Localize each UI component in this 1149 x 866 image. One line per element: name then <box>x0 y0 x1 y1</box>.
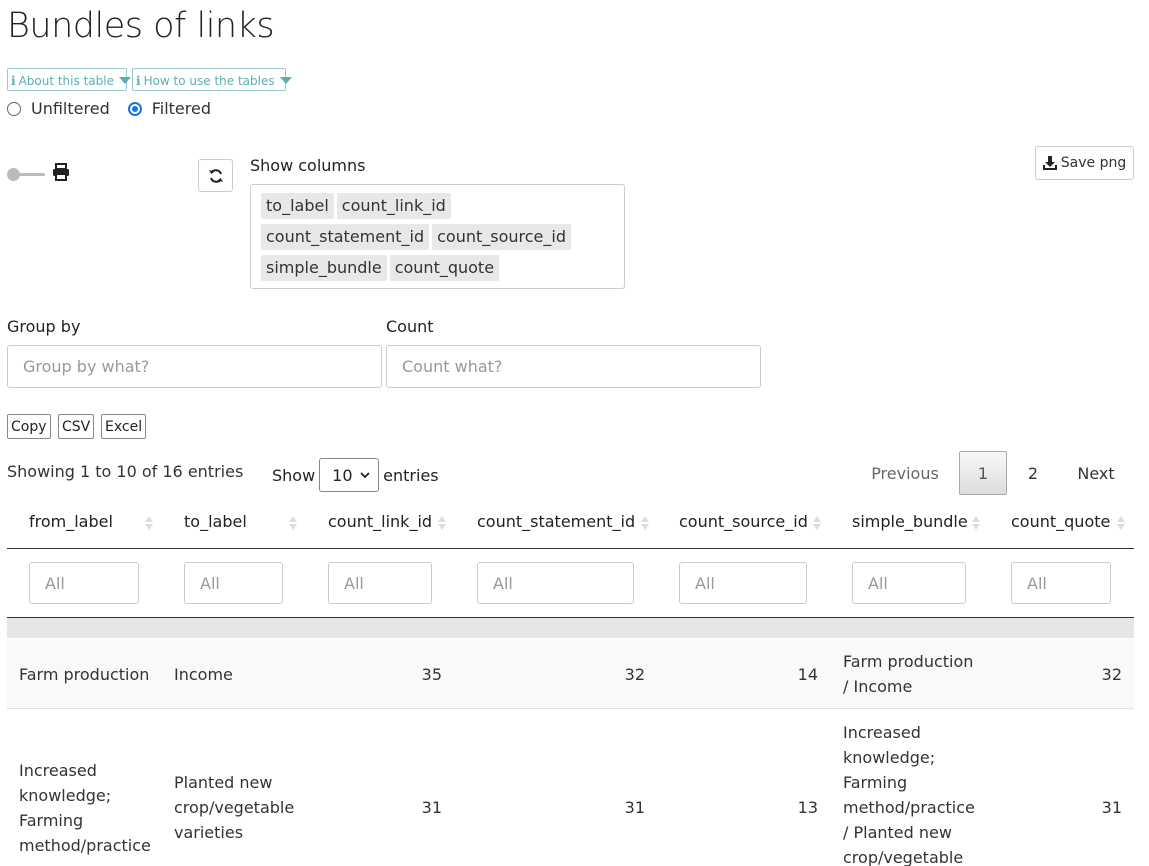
download-icon <box>1042 156 1057 170</box>
chip-row: to_label count_link_id <box>261 193 614 224</box>
column-chip[interactable]: count_statement_id <box>261 224 430 250</box>
cell-count-statement-id: 31 <box>624 798 645 817</box>
toggle-switch[interactable] <box>7 168 45 181</box>
sort-icon[interactable] <box>145 514 153 532</box>
cell-to-label: Income <box>174 665 233 684</box>
filter-count-source-id[interactable]: All <box>679 562 807 604</box>
column-chip[interactable]: simple_bundle <box>261 255 387 281</box>
chip-row: simple_bundle count_quote <box>261 255 614 286</box>
filter-count-statement-id[interactable]: All <box>477 562 634 604</box>
previous-page-button[interactable]: Previous <box>863 451 947 495</box>
filter-count-quote[interactable]: All <box>1011 562 1111 604</box>
cell-count-source-id: 14 <box>797 665 818 684</box>
page-length-value: 10 <box>332 465 353 485</box>
how-to-use-dropdown[interactable]: i How to use the tables <box>132 68 292 91</box>
sort-icon[interactable] <box>813 514 821 532</box>
header-count-link-id[interactable]: count_link_id <box>328 512 432 531</box>
column-chip[interactable]: count_source_id <box>432 224 571 250</box>
sort-icon[interactable] <box>972 514 980 532</box>
radio-unfiltered[interactable] <box>7 101 21 116</box>
sort-icon[interactable] <box>641 514 649 532</box>
filter-count-link-id[interactable]: All <box>328 562 432 604</box>
radio-filtered-label[interactable]: Filtered <box>152 99 211 118</box>
cell-count-source-id: 13 <box>797 798 818 817</box>
filter-to-label[interactable]: All <box>184 562 283 604</box>
cell-count-quote: 32 <box>1101 665 1122 684</box>
header-count-source-id[interactable]: count_source_id <box>679 512 808 531</box>
show-label: Show <box>272 465 316 485</box>
csv-button[interactable]: CSV <box>58 414 95 439</box>
table-gap-band <box>7 618 1134 638</box>
filter-radio-group: Unfiltered Filtered <box>7 99 211 118</box>
page: Bundles of links i About this table i Ho… <box>0 0 1149 866</box>
refresh-icon <box>208 168 223 183</box>
column-chip[interactable]: count_link_id <box>336 193 451 219</box>
toggle-knob <box>7 168 20 181</box>
sort-icon[interactable] <box>1117 514 1125 532</box>
excel-button[interactable]: Excel <box>101 414 147 439</box>
show-columns-select[interactable]: to_label count_link_id count_statement_i… <box>250 184 625 289</box>
filter-from-label[interactable]: All <box>29 562 139 604</box>
header-simple-bundle[interactable]: simple_bundle <box>852 512 968 531</box>
header-count-statement-id[interactable]: count_statement_id <box>477 512 635 531</box>
how-to-use-label: How to use the tables <box>143 73 275 88</box>
copy-button[interactable]: Copy <box>7 414 51 439</box>
cell-to-label: Planted new crop/vegetable varieties <box>174 773 295 842</box>
about-table-label: About this table <box>18 73 114 88</box>
cell-from-label: Increased knowledge; Farming method/prac… <box>19 761 151 855</box>
sort-icon[interactable] <box>438 514 446 532</box>
cell-simple-bundle: Farm production / Income <box>843 652 974 696</box>
refresh-button[interactable] <box>198 159 233 192</box>
page-1-button[interactable]: 1 <box>959 451 1007 495</box>
cell-count-statement-id: 32 <box>624 665 645 684</box>
group-by-label: Group by <box>7 317 81 336</box>
info-icon: i <box>11 73 16 88</box>
cell-from-label: Farm production <box>19 665 150 684</box>
next-page-button[interactable]: Next <box>1063 451 1129 495</box>
header-to-label[interactable]: to_label <box>184 512 247 531</box>
show-columns-label: Show columns <box>250 156 366 175</box>
info-icon: i <box>136 73 141 88</box>
header-count-quote[interactable]: count_quote <box>1011 512 1110 531</box>
cell-count-link-id: 31 <box>421 798 442 817</box>
caret-down-icon <box>118 77 131 84</box>
save-png-label: Save png <box>1060 155 1127 171</box>
page-2-button[interactable]: 2 <box>1011 451 1055 495</box>
save-png-button[interactable]: Save png <box>1035 146 1134 180</box>
entries-label: entries <box>383 465 439 485</box>
cell-count-link-id: 35 <box>421 665 442 684</box>
filter-simple-bundle[interactable]: All <box>852 562 966 604</box>
header-divider <box>7 548 1134 549</box>
radio-unfiltered-label[interactable]: Unfiltered <box>31 99 110 118</box>
sort-icon[interactable] <box>289 514 297 532</box>
column-chip[interactable]: count_quote <box>389 255 500 281</box>
radio-filtered[interactable] <box>127 101 142 116</box>
about-table-dropdown[interactable]: i About this table <box>7 68 131 91</box>
cell-count-quote: 31 <box>1101 798 1122 817</box>
cell-simple-bundle: Increased knowledge; Farming method/prac… <box>843 723 975 866</box>
column-chip[interactable]: to_label <box>261 193 334 219</box>
print-icon[interactable] <box>52 163 70 181</box>
chip-row: count_statement_id count_source_id <box>261 224 614 255</box>
count-label: Count <box>386 317 434 336</box>
caret-down-icon <box>279 77 292 84</box>
group-by-input[interactable]: Group by what? <box>7 345 382 388</box>
chevron-down-icon <box>360 471 370 478</box>
table-info: Showing 1 to 10 of 16 entries <box>7 462 244 481</box>
header-from-label[interactable]: from_label <box>29 512 113 531</box>
page-length-select[interactable]: 10 <box>319 458 380 492</box>
page-length-control: Show 10 entries <box>272 458 439 492</box>
count-input[interactable]: Count what? <box>386 345 761 388</box>
page-title: Bundles of links <box>7 6 275 46</box>
